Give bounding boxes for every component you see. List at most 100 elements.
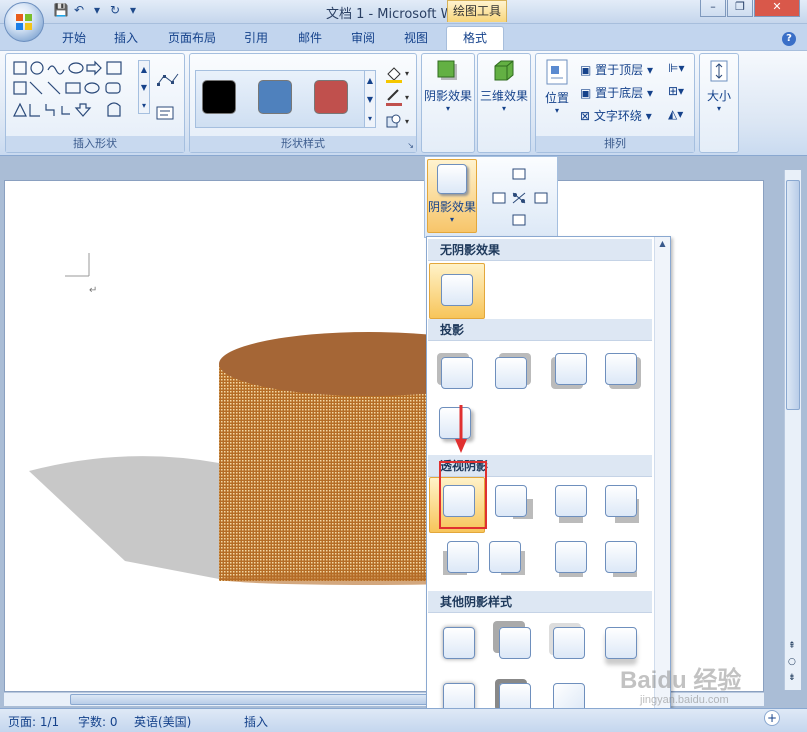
ribbon-tabs: 开始 插入 页面布局 引用 邮件 审阅 视图 格式: [0, 24, 807, 50]
close-button[interactable]: ✕: [754, 0, 800, 17]
shadow-effects-icon: [437, 60, 457, 80]
group-shape-styles: ▲ ▼ ▾ ▾ ▾ ▾ 形状样式 ↘: [189, 53, 417, 153]
tab-mailings[interactable]: 邮件: [292, 28, 328, 50]
status-words[interactable]: 字数: 0: [78, 713, 118, 730]
shadow-option-drop-3[interactable]: [555, 353, 587, 385]
position-icon: [546, 59, 568, 85]
shadow-effects-open-label: 阴影效果: [428, 200, 477, 214]
change-shape-icon[interactable]: ▾: [384, 112, 412, 132]
shadow-option-perspective-6[interactable]: [489, 541, 521, 573]
browse-object-controls[interactable]: ⇞ ○ ⇟: [788, 638, 796, 686]
3d-effects-label: 三维效果: [479, 89, 528, 103]
shadow-option-perspective-7[interactable]: [555, 541, 587, 573]
edit-points-icon[interactable]: [156, 72, 180, 88]
shadow-effects-dropdown: 无阴影效果 投影 透视阴影 其他阴影样式 ▲: [426, 236, 671, 732]
shadow-option-perspective-8[interactable]: [605, 541, 637, 573]
text-wrap-icon: ⊠: [580, 109, 591, 123]
shadow-option-other-1[interactable]: [443, 627, 475, 659]
svg-text:▾: ▾: [405, 69, 409, 78]
group-objects-icon[interactable]: ⊞▾: [668, 84, 684, 98]
status-bar: 页面: 1/1 字数: 0 英语(美国) 插入 +: [0, 708, 807, 732]
shape-fill-icon[interactable]: ▾: [384, 64, 412, 84]
status-page[interactable]: 页面: 1/1: [8, 713, 59, 730]
bring-to-front-button[interactable]: ▣ 置于顶层 ▾: [580, 61, 653, 78]
nudge-shadow-controls[interactable]: [487, 163, 553, 229]
shadow-option-other-4[interactable]: [605, 627, 637, 659]
shapes-gallery[interactable]: [12, 60, 138, 122]
tab-format[interactable]: 格式: [446, 26, 504, 50]
dropdown-scrollbar[interactable]: ▲: [654, 237, 670, 731]
section-other-shadow: 其他阴影样式: [428, 591, 652, 613]
shadow-effects-label: 阴影效果: [423, 89, 472, 103]
style-swatch-blue[interactable]: [258, 80, 292, 114]
shadow-option-perspective-3[interactable]: [555, 485, 587, 517]
cylinder-shadow: [29, 456, 219, 579]
tab-review[interactable]: 审阅: [345, 28, 381, 50]
dialog-launcher-icon[interactable]: ↘: [407, 141, 414, 150]
drawing-tools-label: 绘图工具: [447, 0, 507, 22]
size-label: 大小: [706, 89, 731, 103]
red-arrow-icon: [455, 405, 467, 453]
status-language[interactable]: 英语(美国): [134, 713, 191, 730]
highlight-box: [439, 461, 487, 529]
group-insert-shapes: ▲ ▼ ▾ 插入形状: [5, 53, 185, 153]
shadow-option-perspective-4[interactable]: [605, 485, 637, 517]
minimize-button[interactable]: –: [700, 0, 726, 17]
shadow-option-drop-4[interactable]: [605, 353, 637, 385]
office-logo-icon: [16, 14, 32, 30]
style-swatch-black[interactable]: [202, 80, 236, 114]
watermark-url: jingyan.baidu.com: [640, 694, 729, 706]
shadow-option-perspective-5[interactable]: [447, 541, 479, 573]
tab-view[interactable]: 视图: [398, 28, 434, 50]
window-controls: – ❐ ✕: [700, 0, 804, 18]
section-drop-shadow: 投影: [428, 319, 652, 341]
svg-text:▾: ▾: [405, 93, 409, 102]
group-size: 大小 ▾: [699, 53, 739, 153]
3d-effects-button[interactable]: 三维效果 ▾: [478, 58, 530, 113]
shadow-option-drop-2[interactable]: [495, 357, 527, 389]
tab-home[interactable]: 开始: [56, 28, 92, 50]
rotate-icon[interactable]: ◭▾: [668, 107, 683, 121]
section-no-shadow: 无阴影效果: [428, 239, 652, 261]
group-label-arrange: 排列: [536, 136, 694, 152]
text-box-icon[interactable]: [156, 106, 174, 120]
h-scroll-thumb[interactable]: [70, 694, 430, 705]
watermark-logo: Baidu 经验: [620, 667, 742, 694]
shadow-effects-open-icon: [437, 164, 467, 194]
position-label: 位置: [544, 91, 569, 105]
vertical-scrollbar[interactable]: ⇞ ○ ⇟: [784, 170, 801, 690]
shadow-option-other-3[interactable]: [553, 627, 585, 659]
shadow-option-drop-1[interactable]: [441, 357, 473, 389]
scroll-thumb[interactable]: [786, 180, 800, 410]
text-wrap-button[interactable]: ⊠ 文字环绕 ▾: [580, 107, 652, 124]
zoom-in-icon[interactable]: +: [764, 710, 780, 726]
office-button[interactable]: [4, 2, 44, 42]
shadow-option-none[interactable]: [441, 274, 473, 306]
group-shadow-effects: 阴影效果 ▾: [421, 53, 475, 153]
tab-insert[interactable]: 插入: [108, 28, 144, 50]
send-to-back-button[interactable]: ▣ 置于底层 ▾: [580, 84, 653, 101]
position-button[interactable]: 位置 ▾: [538, 58, 576, 115]
shadow-effects-open-button[interactable]: 阴影效果 ▾: [427, 159, 477, 233]
restore-button[interactable]: ❐: [727, 0, 753, 17]
status-insert-mode[interactable]: 插入: [244, 713, 268, 730]
group-arrange: 位置 ▾ ▣ 置于顶层 ▾ ▣ 置于底层 ▾ ⊠ 文字环绕 ▾ ⊫▾ ⊞▾ ◭▾…: [535, 53, 695, 153]
shadow-option-other-2[interactable]: [499, 627, 531, 659]
3d-effects-icon: [494, 60, 514, 81]
shadow-effects-button[interactable]: 阴影效果 ▾: [422, 58, 474, 113]
shape-outline-icon[interactable]: ▾: [384, 88, 412, 108]
tab-references[interactable]: 引用: [238, 28, 274, 50]
align-icon[interactable]: ⊫▾: [668, 61, 684, 75]
svg-text:▾: ▾: [405, 117, 409, 126]
bring-to-front-icon: ▣: [580, 63, 592, 77]
size-icon: [710, 60, 728, 82]
shadow-option-perspective-2[interactable]: [495, 485, 527, 517]
tab-page-layout[interactable]: 页面布局: [162, 28, 222, 50]
shadow-effects-panel: 阴影效果 ▾: [424, 156, 558, 238]
shapes-gallery-scroll[interactable]: ▲ ▼ ▾: [138, 60, 150, 114]
style-gallery-scroll[interactable]: ▲ ▼ ▾: [364, 70, 376, 128]
style-swatch-red[interactable]: [314, 80, 348, 114]
help-icon[interactable]: ?: [782, 32, 796, 46]
size-button[interactable]: 大小 ▾: [700, 58, 738, 113]
window-title: 文档 1 - Microsoft Word: [325, 7, 475, 22]
